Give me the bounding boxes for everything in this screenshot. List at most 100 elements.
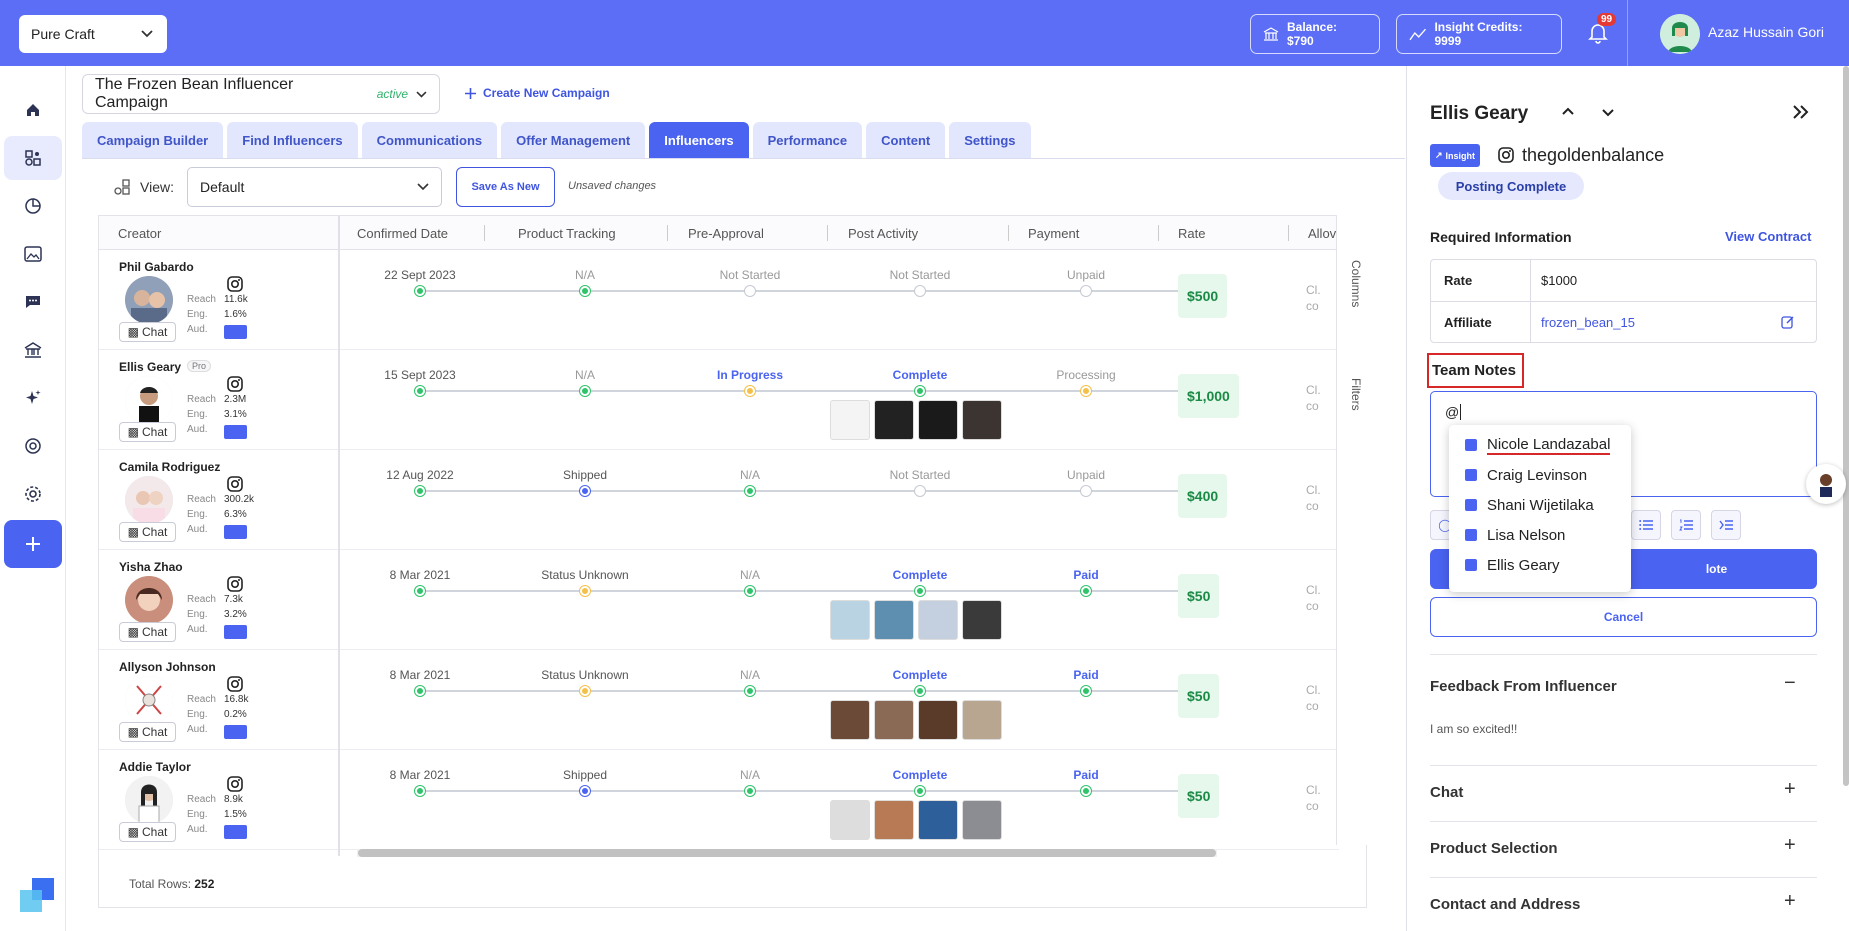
mention-option[interactable]: Craig Levinson (1449, 460, 1631, 490)
chat-button[interactable]: ▩ Chat (119, 322, 176, 342)
table-row[interactable]: Addie Taylor Reach Eng. Aud. 8.9k 1.5% ▩ Cha… (99, 750, 1339, 850)
avatar[interactable] (125, 676, 173, 724)
audience-insight-icon[interactable] (224, 725, 247, 739)
tab-offer-management[interactable]: Offer Management (501, 122, 646, 158)
feedback-section-title[interactable]: Feedback From Influencer (1430, 678, 1617, 695)
save-as-new-button[interactable]: Save As New (456, 167, 555, 207)
chat-button[interactable]: ▩ Chat (119, 422, 176, 442)
scrollbar-thumb[interactable] (358, 849, 1216, 857)
creator-name[interactable]: Yisha Zhao (119, 560, 183, 574)
instagram-handle[interactable]: thegoldenbalance (1522, 145, 1664, 166)
instagram-icon[interactable] (227, 276, 243, 292)
table-row[interactable]: Camila Rodriguez Reach Eng. Aud. 300.2k 6.3… (99, 450, 1339, 550)
sidebar-item-home[interactable] (4, 88, 62, 132)
sidebar-item-ai[interactable] (4, 376, 62, 420)
instagram-icon[interactable] (227, 776, 243, 792)
mention-option[interactable]: Shani Wijetilaka (1449, 490, 1631, 520)
col-allowance[interactable]: Allov (1308, 226, 1336, 241)
post-thumbnail[interactable] (874, 400, 914, 440)
sidebar-item-payments[interactable] (4, 328, 62, 372)
post-thumbnail[interactable] (830, 400, 870, 440)
plus-icon[interactable]: + (1784, 834, 1796, 857)
tab-settings[interactable]: Settings (949, 122, 1031, 158)
mention-option[interactable]: Nicole Landazabal (1449, 430, 1631, 460)
table-row[interactable]: Allyson Johnson Reach Eng. Aud. 16.8k 0.2% … (99, 650, 1339, 750)
chat-button[interactable]: ▩ Chat (119, 822, 176, 842)
sidebar-item-settings[interactable] (4, 472, 62, 516)
audience-insight-icon[interactable] (224, 325, 247, 339)
post-thumbnail[interactable] (830, 700, 870, 740)
rate-badge[interactable]: $50 (1178, 774, 1220, 818)
post-thumbnail[interactable] (830, 600, 870, 640)
col-rate[interactable]: Rate (1178, 226, 1205, 241)
indent-tool[interactable] (1711, 510, 1741, 540)
col-payment[interactable]: Payment (1028, 226, 1079, 241)
balance-button[interactable]: Balance: $790 (1250, 14, 1380, 54)
workspace-select[interactable]: Pure Craft (19, 15, 167, 53)
tab-campaign-builder[interactable]: Campaign Builder (82, 122, 224, 158)
campaign-select[interactable]: The Frozen Bean Influencer Campaign acti… (82, 74, 440, 114)
chat-button[interactable]: ▩ Chat (119, 522, 176, 542)
post-thumbnail[interactable] (874, 800, 914, 840)
chat-section-title[interactable]: Chat (1430, 784, 1463, 801)
instagram-icon[interactable] (227, 676, 243, 692)
instagram-icon[interactable] (227, 476, 243, 492)
user-avatar[interactable] (1660, 14, 1700, 54)
rate-badge[interactable]: $500 (1178, 274, 1228, 318)
product-selection-section-title[interactable]: Product Selection (1430, 840, 1558, 857)
tab-influencers[interactable]: Influencers (649, 122, 749, 158)
view-select[interactable]: Default (187, 167, 442, 207)
post-thumbnail[interactable] (962, 800, 1002, 840)
plus-icon[interactable]: + (1784, 778, 1796, 801)
create-campaign-link[interactable]: Create New Campaign (464, 86, 610, 100)
col-post-activity[interactable]: Post Activity (848, 226, 918, 241)
creator-name[interactable]: Addie Taylor (119, 760, 191, 774)
floating-support-avatar[interactable] (1806, 464, 1846, 504)
avatar[interactable] (125, 376, 173, 424)
avatar[interactable] (125, 776, 173, 824)
post-thumbnail[interactable] (874, 700, 914, 740)
sidebar-item-campaigns[interactable] (4, 136, 62, 180)
avatar[interactable] (125, 276, 173, 324)
rate-value[interactable]: $1000 (1541, 273, 1577, 288)
post-thumbnail[interactable] (918, 400, 958, 440)
post-thumbnail[interactable] (874, 600, 914, 640)
filters-toggle[interactable]: Filters (1349, 378, 1363, 411)
mention-option[interactable]: Ellis Geary (1449, 550, 1631, 580)
creator-name[interactable]: Allyson Johnson (119, 660, 216, 674)
creator-name[interactable]: Ellis Geary (119, 360, 181, 374)
affiliate-value[interactable]: frozen_bean_15 (1541, 315, 1635, 330)
columns-toggle[interactable]: Columns (1349, 260, 1363, 307)
bullet-list-tool[interactable] (1631, 510, 1661, 540)
chat-button[interactable]: ▩ Chat (119, 622, 176, 642)
audience-insight-icon[interactable] (224, 525, 247, 539)
creator-name[interactable]: Camila Rodriguez (119, 460, 220, 474)
rate-badge[interactable]: $1,000 (1178, 374, 1239, 418)
col-pre-approval[interactable]: Pre-Approval (688, 226, 764, 241)
tab-performance[interactable]: Performance (752, 122, 863, 158)
rate-badge[interactable]: $50 (1178, 574, 1220, 618)
tab-content[interactable]: Content (866, 122, 946, 158)
minus-icon[interactable]: − (1784, 672, 1796, 695)
post-thumbnail[interactable] (830, 800, 870, 840)
contact-address-section-title[interactable]: Contact and Address (1430, 896, 1580, 913)
col-creator[interactable]: Creator (118, 226, 161, 241)
sidebar-item-analytics[interactable] (4, 184, 62, 228)
panel-scrollbar[interactable] (1843, 66, 1849, 786)
sidebar-item-content[interactable] (4, 232, 62, 276)
instagram-icon[interactable] (227, 576, 243, 592)
sidebar-item-brand[interactable] (4, 424, 62, 468)
avatar[interactable] (125, 476, 173, 524)
rate-badge[interactable]: $50 (1178, 674, 1220, 718)
chat-button[interactable]: ▩ Chat (119, 722, 176, 742)
audience-insight-icon[interactable] (224, 825, 247, 839)
audience-insight-icon[interactable] (224, 625, 247, 639)
chevron-up-icon[interactable] (1560, 104, 1576, 120)
audience-insight-icon[interactable] (224, 425, 247, 439)
col-product-tracking[interactable]: Product Tracking (518, 226, 616, 241)
col-confirmed-date[interactable]: Confirmed Date (357, 226, 448, 241)
view-contract-link[interactable]: View Contract (1725, 229, 1811, 244)
post-thumbnail[interactable] (962, 600, 1002, 640)
mention-option[interactable]: Lisa Nelson (1449, 520, 1631, 550)
tab-communications[interactable]: Communications (361, 122, 498, 158)
